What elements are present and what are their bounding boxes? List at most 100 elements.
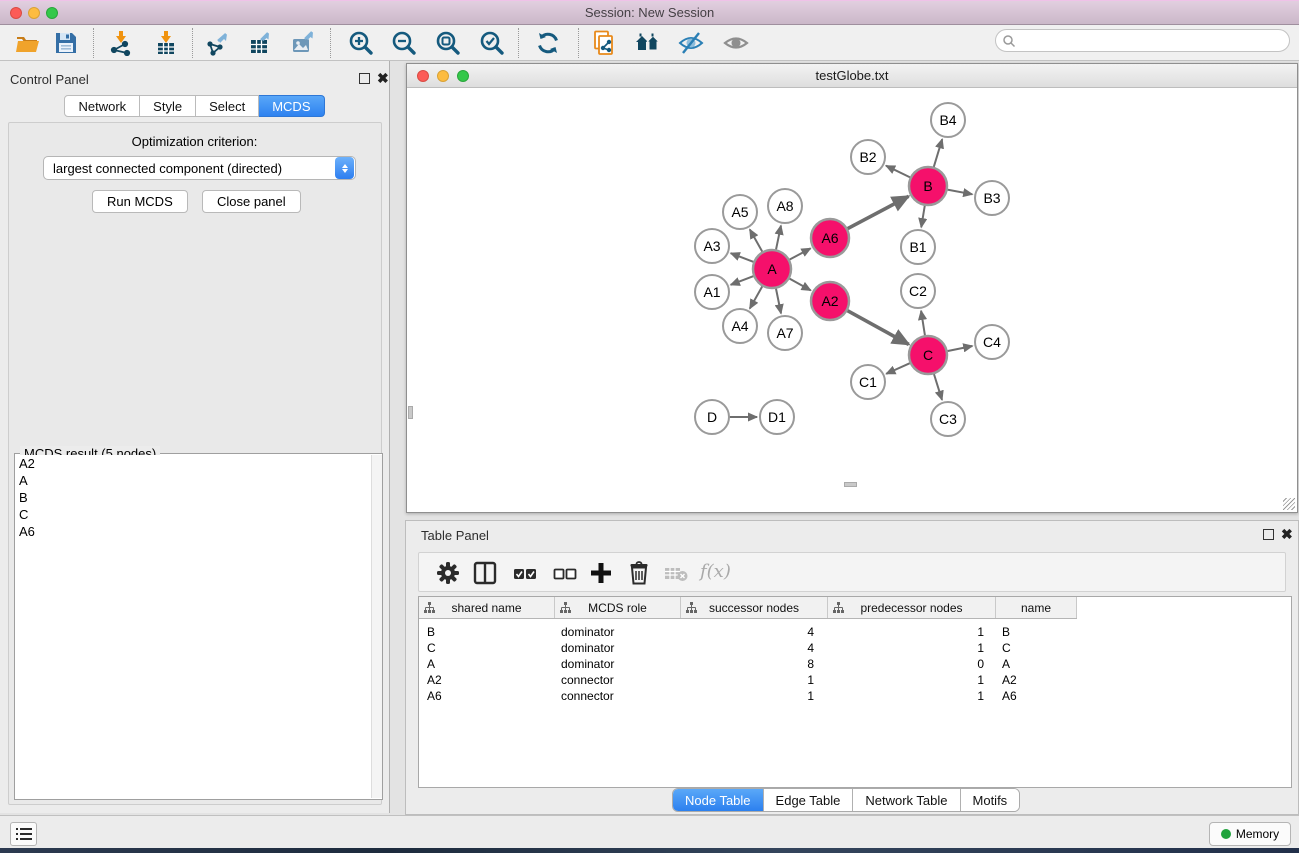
edge-A2-C[interactable] [847,310,909,344]
edge-A6-B[interactable] [847,196,909,229]
show-details-icon[interactable] [723,30,749,56]
run-mcds-button[interactable]: Run MCDS [92,190,188,213]
optimization-criterion-dropdown[interactable]: largest connected component (directed) [43,156,356,180]
table-cell[interactable]: 4 [681,625,828,639]
column-header-MCDS-role[interactable]: MCDS role [555,597,681,618]
table-row[interactable]: Cdominator41C [419,640,1291,656]
edge-A-A5[interactable] [750,229,763,252]
table-cell[interactable]: A2 [419,673,555,687]
table-cell[interactable]: 1 [828,689,996,703]
table-cell[interactable]: 1 [828,625,996,639]
close-table-panel-icon[interactable]: ✖ [1281,529,1293,540]
table-cell[interactable]: 1 [681,673,828,687]
edge-A-A1[interactable] [731,276,755,285]
close-panel-button[interactable]: Close panel [202,190,301,213]
float-table-panel-icon[interactable] [1263,529,1274,540]
table-cell[interactable]: 1 [681,689,828,703]
tab-node-table[interactable]: Node Table [673,789,764,811]
table-cell[interactable]: A [996,657,1077,671]
edge-B-B4[interactable] [934,139,943,168]
edge-C-C1[interactable] [886,363,910,374]
zoom-selected-icon[interactable] [479,30,505,56]
export-image-icon[interactable] [291,30,317,56]
import-network-icon[interactable] [108,30,134,56]
edge-C-C3[interactable] [934,373,942,400]
tab-network-table[interactable]: Network Table [853,789,960,811]
table-cell[interactable]: B [419,625,555,639]
table-row[interactable]: A6connector11A6 [419,688,1291,704]
tab-mcds[interactable]: MCDS [259,95,324,117]
table-cell[interactable]: A2 [996,673,1077,687]
delete-column-icon[interactable] [626,560,652,586]
table-row[interactable]: A2connector11A2 [419,672,1291,688]
tab-style[interactable]: Style [140,95,196,117]
mcds-list-scrollbar[interactable] [371,455,382,798]
edge-A-A7[interactable] [776,288,781,314]
table-cell[interactable]: connector [555,689,681,703]
table-cell[interactable]: 4 [681,641,828,655]
table-cell[interactable]: B [996,625,1077,639]
table-cell[interactable]: A6 [419,689,555,703]
hide-details-icon[interactable] [678,30,704,56]
select-all-checks-icon[interactable] [512,560,538,586]
column-header-successor-nodes[interactable]: successor nodes [681,597,828,618]
network-vertical-scroll-thumb[interactable] [408,406,413,419]
table-cell[interactable]: A6 [996,689,1077,703]
export-network-icon[interactable] [205,30,231,56]
edge-C-C4[interactable] [947,346,973,351]
mcds-result-item[interactable]: B [15,489,370,506]
float-panel-icon[interactable] [359,73,370,84]
close-panel-icon[interactable]: ✖ [377,73,389,84]
clear-all-checks-icon[interactable] [552,560,578,586]
edge-B-B1[interactable] [921,205,925,228]
table-cell[interactable]: dominator [555,657,681,671]
network-horizontal-scroll-thumb[interactable] [844,482,857,487]
new-network-from-selection-icon[interactable] [592,30,618,56]
task-history-button[interactable] [10,822,37,846]
first-neighbors-icon[interactable] [635,30,661,56]
network-window-titlebar[interactable]: testGlobe.txt [407,64,1297,88]
node-attribute-table[interactable]: shared nameMCDS rolesuccessor nodesprede… [418,596,1292,788]
edge-B-B3[interactable] [947,190,973,195]
tab-edge-table[interactable]: Edge Table [764,789,854,811]
edge-A-A6[interactable] [789,248,811,260]
column-header-shared-name[interactable]: shared name [419,597,555,618]
table-cell[interactable]: dominator [555,641,681,655]
table-cell[interactable]: A [419,657,555,671]
zoom-fit-icon[interactable] [435,30,461,56]
edge-A-A3[interactable] [731,253,755,262]
window-resize-grip[interactable] [1283,498,1295,510]
column-header-name[interactable]: name [996,597,1077,618]
table-cell[interactable]: 0 [828,657,996,671]
table-cell[interactable]: C [419,641,555,655]
edge-A-A4[interactable] [750,286,763,309]
show-columns-icon[interactable] [472,560,498,586]
export-table-icon[interactable] [248,30,274,56]
tab-select[interactable]: Select [196,95,259,117]
table-cell[interactable]: 1 [828,641,996,655]
mcds-result-item[interactable]: A6 [15,523,370,540]
zoom-in-icon[interactable] [348,30,374,56]
open-session-icon[interactable] [15,30,41,56]
table-cell[interactable]: connector [555,673,681,687]
tab-network[interactable]: Network [64,95,140,117]
tab-motifs[interactable]: Motifs [961,789,1020,811]
edge-C-C2[interactable] [921,311,925,336]
table-cell[interactable]: dominator [555,625,681,639]
search-field[interactable] [995,29,1290,52]
edge-A-A8[interactable] [776,226,781,251]
edge-A-A2[interactable] [789,278,811,290]
table-row[interactable]: Adominator80A [419,656,1291,672]
memory-button[interactable]: Memory [1209,822,1291,846]
mcds-result-item[interactable]: A [15,472,370,489]
zoom-out-icon[interactable] [391,30,417,56]
mcds-result-list[interactable]: A2ABCA6 [15,455,370,798]
edge-B-B2[interactable] [886,166,911,178]
add-column-icon[interactable] [588,560,614,586]
mcds-result-item[interactable]: A2 [15,455,370,472]
table-cell[interactable]: 1 [828,673,996,687]
import-table-icon[interactable] [153,30,179,56]
save-session-icon[interactable] [53,30,79,56]
table-settings-gear-icon[interactable] [435,560,461,586]
table-cell[interactable]: 8 [681,657,828,671]
